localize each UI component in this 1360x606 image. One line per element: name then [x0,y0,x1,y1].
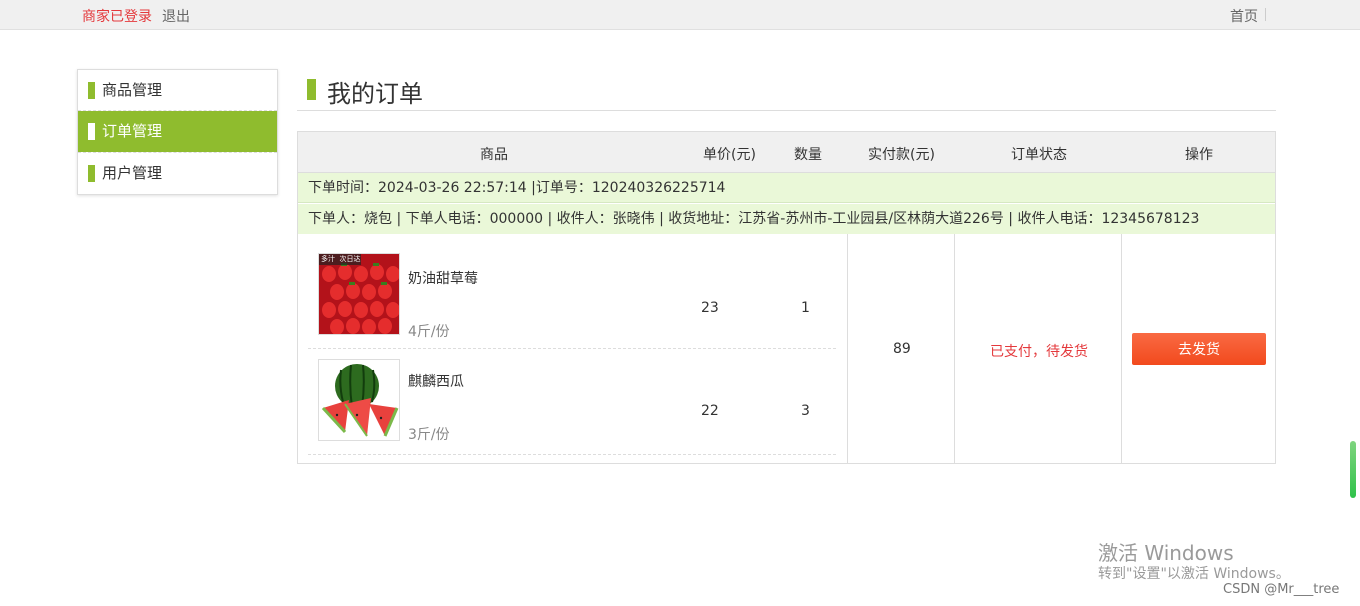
title-divider [297,110,1276,111]
orders-table: 商品 单价(元) 数量 实付款(元) 订单状态 操作 下单时间：2024-03-… [297,131,1276,464]
product-badge: 多汁 次日达 [321,255,361,263]
sidebar-item-users[interactable]: 用户管理 [78,152,277,193]
sidebar-marker [88,165,95,182]
sidebar-item-label: 订单管理 [102,122,163,140]
sidebar-item-label: 用户管理 [102,164,163,182]
logout-link[interactable]: 退出 [162,6,190,26]
product-name[interactable]: 麒麟西瓜 [408,371,464,391]
order-status: 已支付，待发货 [990,344,1088,360]
watermelon-icon [319,360,399,440]
top-bar: 商家已登录 退出 首页 [0,0,1360,30]
order-item: 多汁 次日达 奶油甜草莓 4斤/份 23 1 [308,244,836,349]
activation-watermark-text: 转到"设置"以激活 Windows。 [1098,566,1290,582]
home-link[interactable]: 首页 [1230,6,1258,26]
order-item: 麒麟西瓜 3斤/份 22 3 [308,348,836,455]
title-marker [307,79,316,100]
header-unit-price: 单价(元) [703,147,756,163]
sidebar-item-label: 商品管理 [102,81,163,99]
product-quantity: 1 [801,300,810,316]
activation-watermark-title: 激活 Windows [1098,541,1234,565]
order-total: 89 [893,341,911,357]
strawberry-icon [319,254,399,334]
order-time-row: 下单时间：2024-03-26 22:57:14 |订单号：1202403262… [298,173,1275,203]
product-quantity: 3 [801,403,810,419]
product-price: 22 [701,403,719,419]
column-divider [847,234,848,464]
sidebar: 商品管理 订单管理 用户管理 [77,69,278,195]
topbar-divider [1265,8,1266,21]
header-product: 商品 [480,147,508,163]
header-status: 订单状态 [1011,147,1067,163]
header-quantity: 数量 [794,147,822,163]
product-spec: 3斤/份 [408,427,450,443]
product-price: 23 [701,300,719,316]
csdn-watermark: CSDN @Mr___tree [1223,582,1340,597]
table-header: 商品 单价(元) 数量 实付款(元) 订单状态 操作 [298,132,1275,173]
strawberry-image: 多汁 次日达 [318,253,400,335]
login-status: 商家已登录 [82,9,152,25]
watermelon-image [318,359,400,441]
column-divider [954,234,955,464]
column-divider [1121,234,1122,464]
product-name[interactable]: 奶油甜草莓 [408,268,478,288]
sidebar-marker [88,123,95,140]
sidebar-item-orders[interactable]: 订单管理 [78,111,277,152]
product-spec: 4斤/份 [408,324,450,340]
sidebar-marker [88,82,95,99]
sidebar-item-products[interactable]: 商品管理 [78,70,277,111]
page-title: 我的订单 [327,80,423,108]
header-action: 操作 [1185,147,1213,163]
scrollbar-thumb[interactable] [1350,441,1356,498]
ship-button[interactable]: 去发货 [1132,333,1266,365]
order-buyer-row: 下单人：烧包 | 下单人电话：000000 | 收件人：张晓伟 | 收货地址：江… [298,204,1275,234]
header-paid: 实付款(元) [868,147,935,163]
